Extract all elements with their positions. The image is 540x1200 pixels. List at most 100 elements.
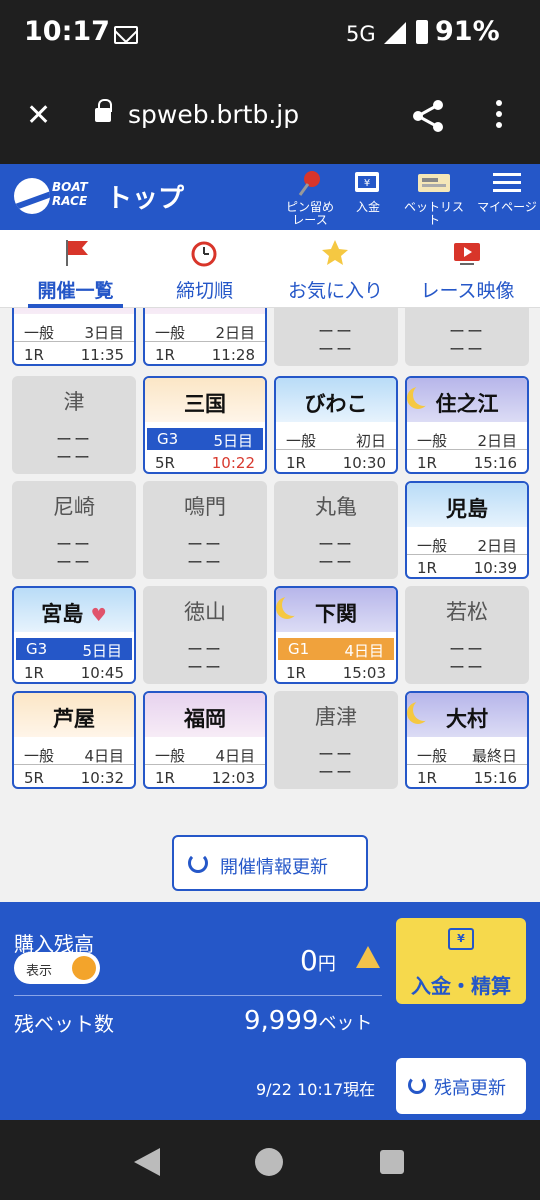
refresh-schedule-button[interactable]: 開催情報更新 (172, 835, 368, 891)
warning-icon (356, 946, 380, 968)
tab-deadline-label: 締切順 (175, 280, 233, 302)
mypage-button[interactable]: マイページ (474, 170, 540, 214)
venue-name: 児島 (446, 497, 488, 521)
boatrace-logo[interactable]: BOAT RACE (14, 178, 88, 214)
status-bar: 10:17 5G 91% (0, 0, 540, 70)
next-race-row: 1R 10:45 (14, 662, 134, 682)
race-number: 1R (417, 454, 437, 472)
venue-card[interactable]: 一般 2日目 1R 11:28 (143, 308, 267, 366)
race-grade: G1 (288, 640, 310, 658)
race-grade: 一般 (24, 747, 55, 765)
network-type: 5G (346, 22, 376, 46)
remaining-bets-label: 残ベット数 (14, 1012, 114, 1036)
refresh-icon (408, 1076, 426, 1094)
venue-name: びわこ (304, 392, 368, 416)
venue-card[interactable]: 一般 3日目 1R 11:35 (12, 308, 136, 366)
venue-name: 唐津 (315, 705, 357, 729)
pin-race-label: ピン留め レース (285, 200, 334, 227)
tab-schedule[interactable]: 開催一覧 (8, 230, 143, 308)
race-day: 4日目 (215, 747, 255, 765)
race-grade: G3 (157, 430, 179, 448)
more-icon[interactable] (494, 100, 504, 134)
divider (14, 995, 382, 996)
recent-apps-icon[interactable] (380, 1150, 404, 1174)
race-deadline: 15:03 (342, 664, 386, 682)
venue-card[interactable]: 丸亀 ーー ーー (274, 481, 398, 579)
no-race-dash: ーー (317, 340, 354, 359)
race-grade-row: 一般 3日目 (14, 320, 134, 342)
race-deadline: 11:28 (211, 346, 255, 364)
battery-icon (416, 20, 428, 44)
race-deadline: 10:45 (80, 664, 124, 682)
venue-card[interactable]: 徳山 ーー ーー (143, 586, 267, 684)
signal-icon (384, 22, 406, 44)
deposit-settle-button[interactable]: ¥ 入金・精算 (396, 918, 526, 1004)
share-icon[interactable] (410, 98, 446, 134)
venue-name: 宮島 ♥ (41, 602, 107, 626)
venue-card[interactable]: 鳴門 ーー ーー (143, 481, 267, 579)
race-day: 4日目 (84, 747, 124, 765)
race-deadline: 10:22 (211, 454, 255, 472)
venue-card[interactable]: 尼崎 ーー ーー (12, 481, 136, 579)
no-race-dash: ーー (317, 553, 354, 572)
race-grade-row: 一般 4日目 (145, 743, 265, 765)
race-deadline: 10:30 (342, 454, 386, 472)
tab-favorites[interactable]: お気に入り (268, 230, 403, 308)
venue-card[interactable]: 福岡 一般 4日目 1R 12:03 (143, 691, 267, 789)
url-text[interactable]: spweb.brtb.jp (128, 100, 299, 129)
deposit-header-button[interactable]: ¥ 入金 (348, 170, 388, 214)
venue-name: 大村 (446, 707, 488, 731)
race-grade-row: G1 4日目 (278, 638, 394, 660)
race-number: 1R (155, 769, 175, 787)
tab-video[interactable]: レース映像 (400, 230, 535, 308)
race-deadline: 10:39 (473, 559, 517, 577)
balance-panel: 購入残高 表示 0円 残ベット数 9,999ベット 9/22 10:17現在 ¥… (0, 902, 540, 1120)
venue-name: 鳴門 (184, 495, 226, 519)
venue-card[interactable]: 芦屋 一般 4日目 5R 10:32 (12, 691, 136, 789)
race-grade-row: 一般 2日目 (145, 320, 265, 342)
home-icon[interactable] (255, 1148, 283, 1176)
tab-deadline[interactable]: 締切順 (137, 230, 272, 308)
next-race-row: 5R 10:22 (145, 452, 265, 472)
race-number: 5R (155, 454, 175, 472)
venue-card[interactable]: 宮島 ♥ G3 5日目 1R 10:45 (12, 586, 136, 684)
race-day: 4日目 (344, 642, 384, 660)
star-icon (322, 240, 348, 265)
venue-card[interactable]: 下関 G1 4日目 1R 15:03 (274, 586, 398, 684)
favorite-heart-icon: ♥ (90, 605, 107, 626)
pin-race-button[interactable]: ピン留め レース (282, 170, 338, 227)
venue-card[interactable]: 三国 G3 5日目 5R 10:22 (143, 376, 267, 474)
refresh-balance-button[interactable]: 残高更新 (396, 1058, 526, 1114)
refresh-schedule-label: 開催情報更新 (220, 857, 328, 878)
venue-name: 徳山 (184, 600, 226, 624)
race-grade-row: G3 5日目 (147, 428, 263, 450)
race-number: 1R (286, 664, 306, 682)
venue-card[interactable]: ーー ーー (274, 308, 398, 366)
balance-display-toggle[interactable]: 表示 (14, 952, 100, 984)
next-race-row: 1R 15:16 (407, 767, 527, 787)
race-grade-row: 一般 2日目 (407, 533, 527, 555)
betlist-label: ベットリスト (403, 200, 464, 227)
betlist-button[interactable]: ベットリスト (400, 170, 468, 227)
next-race-row: 1R 12:03 (145, 767, 265, 787)
venue-card[interactable]: ーー ーー (405, 308, 529, 366)
close-icon[interactable]: ✕ (26, 98, 51, 134)
race-grade: 一般 (417, 537, 448, 555)
next-race-row: 1R 10:30 (276, 452, 396, 472)
tab-schedule-label: 開催一覧 (37, 280, 114, 302)
race-number: 1R (24, 346, 44, 364)
refresh-icon (188, 853, 208, 873)
venue-card[interactable]: 津ーー ーー (12, 376, 136, 474)
venue-card[interactable]: びわこ 一般 初日 1R 10:30 (274, 376, 398, 474)
venue-card[interactable]: 住之江 一般 2日目 1R 15:16 (405, 376, 529, 474)
system-nav-bar (0, 1120, 540, 1200)
venue-card[interactable]: 児島 一般 2日目 1R 10:39 (405, 481, 529, 579)
venue-card[interactable]: 若松 ーー ーー (405, 586, 529, 684)
race-day: 2日目 (477, 537, 517, 555)
toggle-knob (72, 956, 96, 980)
venue-card[interactable]: 大村 一般 最終日 1R 15:16 (405, 691, 529, 789)
race-grade: 一般 (155, 324, 186, 342)
back-icon[interactable] (134, 1148, 160, 1176)
race-number: 1R (417, 769, 437, 787)
venue-card[interactable]: 唐津 ーー ーー (274, 691, 398, 789)
